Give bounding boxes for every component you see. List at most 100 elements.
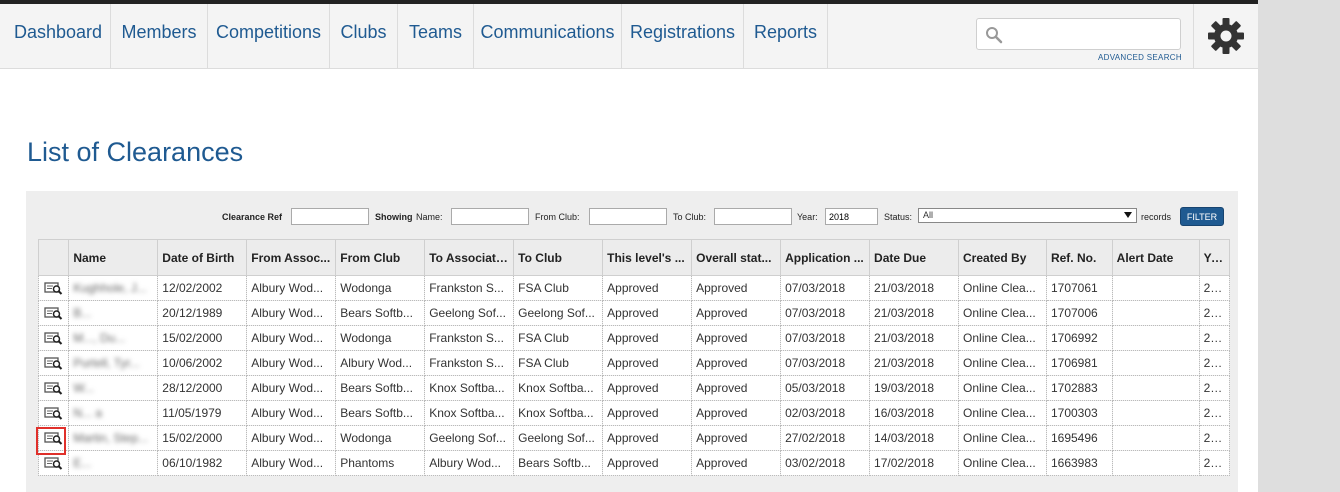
cell-dob: 20/12/1989 [157,300,248,326]
cell-to-club: FSA Club [513,350,604,376]
column-header-year[interactable]: Year [1198,239,1231,276]
cell-text: Frankston S... [429,331,504,345]
cell-to-club: Knox Softba... [513,375,604,401]
cell-action[interactable] [37,275,70,301]
column-header-ref-no[interactable]: Ref. No. [1045,239,1113,276]
view-record-icon[interactable] [44,406,63,421]
column-header-overall-status[interactable]: Overall stat... [691,239,782,276]
cell-ref-no: 1707006 [1045,300,1113,326]
cell-dob: 15/02/2000 [157,425,248,451]
table-row[interactable]: Martin, Step... 15/02/2000 Albury Wod... Wo… [37,425,1231,451]
cell-dob: 10/06/2002 [157,350,248,376]
view-record-icon[interactable] [44,331,63,346]
cell-date-due: 21/03/2018 [869,275,960,301]
year-input[interactable] [825,208,878,225]
cell-year: 2018 [1198,325,1231,351]
cell-text: 21/03/2018 [874,281,935,295]
nav-clubs[interactable]: Clubs [330,4,398,68]
cell-from-club: Albury Wod... [335,350,426,376]
column-header-date-due[interactable]: Date Due [869,239,960,276]
cell-to-club: Geelong Sof... [513,300,604,326]
clearance-ref-input[interactable] [291,208,369,225]
column-header-from-assoc[interactable]: From Assoc... [246,239,337,276]
table-row[interactable]: N... a 11/05/1979 Albury Wod... Bears Softb… [37,400,1231,426]
cell-action[interactable] [37,300,70,326]
table-row[interactable]: E... 06/10/1982 Albury Wod... Phantoms Albur… [37,450,1231,476]
nav-competitions[interactable]: Competitions [208,4,330,68]
column-header-alert-date[interactable]: Alert Date [1111,239,1200,276]
cell-text: Frankston S... [429,356,504,370]
column-header-level-status[interactable]: This level's ... [602,239,693,276]
cell-year: 2018 [1198,350,1231,376]
search-box[interactable] [976,18,1181,50]
cell-alert-date [1111,450,1200,476]
table-row[interactable]: Purtell, Tyr... 10/06/2002 Albury Wod... Al… [37,350,1231,376]
cell-application-date: 02/03/2018 [780,400,871,426]
cell-text: Approved [607,406,659,420]
cell-text: Approved [607,356,659,370]
member-name: Kughhole, J... [73,281,147,295]
cell-text: Online Clea... [963,331,1036,345]
cell-action[interactable] [37,375,70,401]
to-club-input[interactable] [714,208,792,225]
view-record-icon[interactable] [44,456,63,471]
view-record-icon[interactable] [44,356,63,371]
cell-action[interactable] [37,325,70,351]
settings-area[interactable] [1193,4,1258,68]
table-row[interactable]: M..., Du... 15/02/2000 Albury Wod... Wodong… [37,325,1231,351]
cell-application-date: 03/02/2018 [780,450,871,476]
view-record-icon[interactable] [44,281,63,296]
cell-from-assoc: Albury Wod... [246,450,337,476]
status-select[interactable]: All [918,208,1137,223]
cell-created-by: Online Clea... [958,425,1047,451]
nav-teams[interactable]: Teams [398,4,474,68]
cell-text: 15/02/2000 [162,431,223,445]
cell-text: 17/02/2018 [874,456,935,470]
cell-to-association: Frankston S... [424,275,515,301]
nav-reports[interactable]: Reports [744,4,828,68]
search-input[interactable] [1005,23,1175,45]
column-header-dob[interactable]: Date of Birth [157,239,248,276]
status-label: Status: [884,212,913,222]
clearance-ref-label: Clearance Ref [222,212,283,222]
column-header-created-by[interactable]: Created By [958,239,1047,276]
column-header-to-club[interactable]: To Club [513,239,604,276]
column-header-name[interactable]: Name [68,239,159,276]
cell-action[interactable] [37,350,70,376]
cell-application-date: 07/03/2018 [780,300,871,326]
cell-action[interactable] [37,400,70,426]
nav-members[interactable]: Members [111,4,208,68]
table-row[interactable]: W... 28/12/2000 Albury Wod... Bears Softb..… [37,375,1231,401]
cell-created-by: Online Clea... [958,325,1047,351]
cell-from-assoc: Albury Wod... [246,350,337,376]
view-record-icon[interactable] [44,381,63,396]
nav-communications[interactable]: Communications [474,4,622,68]
cell-application-date: 05/03/2018 [780,375,871,401]
cell-level-status: Approved [602,325,693,351]
cell-ref-no: 1700303 [1045,400,1113,426]
column-header-application-date[interactable]: Application ... [780,239,871,276]
name-filter-input[interactable] [451,208,529,225]
column-header-from-club[interactable]: From Club [335,239,426,276]
from-club-input[interactable] [589,208,667,225]
filter-button[interactable]: FILTER [1180,207,1224,226]
cell-text: 2018 [1203,281,1230,295]
cell-text: 2018 [1203,331,1230,345]
cell-text: 11/05/1979 [162,406,222,420]
nav-registrations[interactable]: Registrations [622,4,744,68]
cell-alert-date [1111,350,1200,376]
cell-created-by: Online Clea... [958,300,1047,326]
table-row[interactable]: B... 20/12/1989 Albury Wod... Bears Softb..… [37,300,1231,326]
cell-name: Martin, Step... [68,425,159,451]
cell-name: M..., Du... [68,325,159,351]
column-header-to-association[interactable]: To Associati... [424,239,515,276]
nav-dashboard[interactable]: Dashboard [6,4,111,68]
advanced-search-link[interactable]: ADVANCED SEARCH [1098,53,1182,62]
cell-application-date: 07/03/2018 [780,325,871,351]
cell-text: 06/10/1982 [162,456,223,470]
table-row[interactable]: Kughhole, J... 12/02/2002 Albury Wod... Wod… [37,275,1231,301]
view-record-icon[interactable] [44,306,63,321]
cell-overall-status: Approved [691,400,782,426]
cell-alert-date [1111,325,1200,351]
cell-text: Knox Softba... [429,406,505,420]
